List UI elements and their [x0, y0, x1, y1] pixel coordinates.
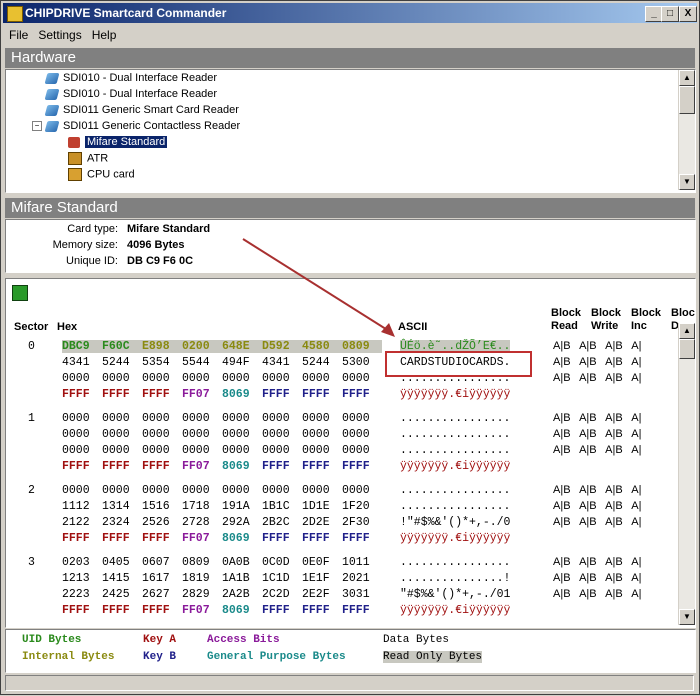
highlight-box — [385, 351, 532, 377]
app-window: CHIPDRIVE Smartcard Commander _ □ X File… — [0, 0, 700, 695]
annotation-overlay — [242, 238, 532, 377]
annotation-arrow — [242, 238, 390, 332]
arrow-head — [381, 323, 395, 337]
